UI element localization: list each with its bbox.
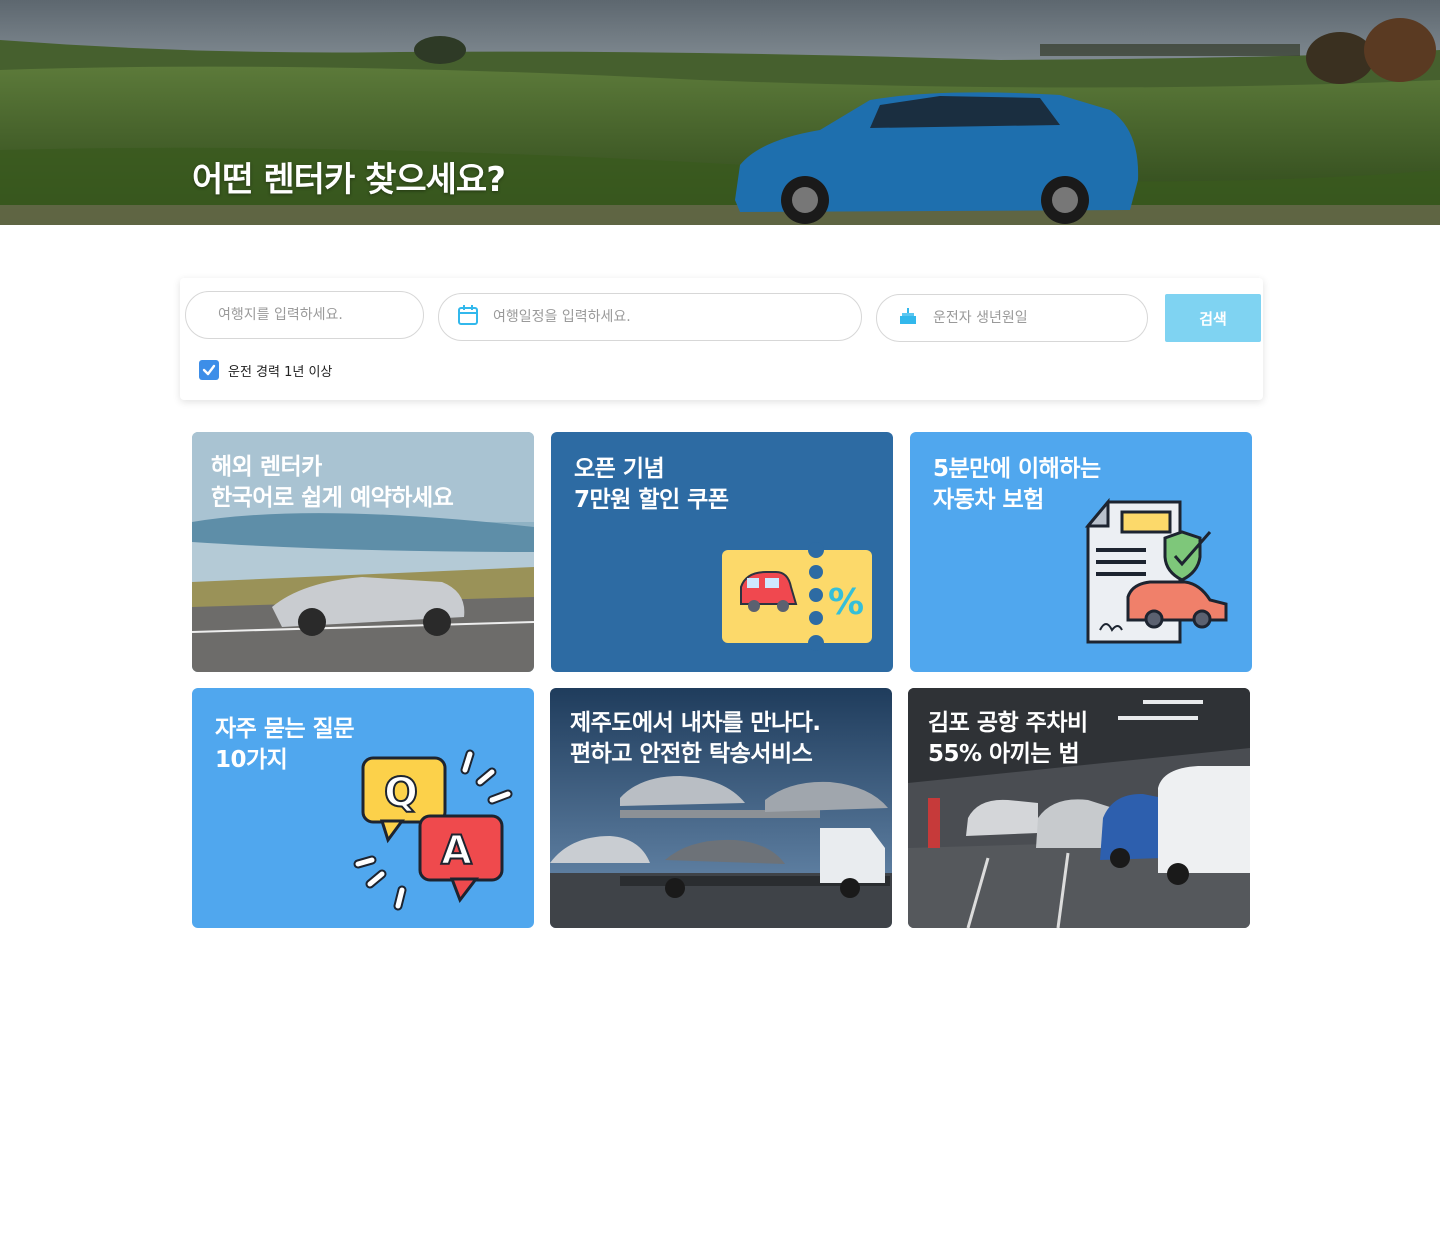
card-overseas-rental[interactable]: 해외 렌터카 한국어로 쉽게 예약하세요 — [192, 432, 534, 672]
svg-text:%: % — [828, 582, 864, 623]
experience-option[interactable]: 운전 경력 1년 이상 — [199, 360, 332, 380]
birthday-cake-icon — [899, 307, 917, 329]
card-title: 5분만에 이해하는 자동차 보험 — [933, 456, 1101, 513]
card-title: 해외 렌터카 한국어로 쉽게 예약하세요 — [211, 454, 454, 511]
card-jeju-delivery[interactable]: 제주도에서 내차를 만나다. 편하고 안전한 탁송서비스 — [550, 688, 892, 928]
calendar-icon — [457, 304, 479, 330]
svg-text:A: A — [441, 828, 472, 874]
card-title: 자주 묻는 질문 10가지 — [215, 716, 354, 773]
driver-birth-field[interactable] — [876, 294, 1148, 342]
travel-date-field[interactable] — [438, 293, 862, 341]
card-title: 제주도에서 내차를 만나다. 편하고 안전한 탁송서비스 — [570, 710, 821, 767]
search-panel: 검색 운전 경력 1년 이상 — [180, 278, 1263, 400]
hero-title: 어떤 렌터카 찾으세요? — [192, 160, 506, 200]
card-faq[interactable]: 자주 묻는 질문 10가지 Q A — [192, 688, 534, 928]
experience-checkbox[interactable] — [199, 360, 219, 380]
driver-birth-input[interactable] — [933, 310, 1147, 326]
travel-date-input[interactable] — [493, 309, 861, 325]
svg-text:Q: Q — [384, 770, 418, 816]
card-open-coupon[interactable]: 오픈 기념 7만원 할인 쿠폰 % — [551, 432, 893, 672]
destination-input[interactable] — [218, 307, 423, 323]
experience-label: 운전 경력 1년 이상 — [228, 364, 333, 380]
card-gimpo-parking[interactable]: 김포 공항 주차비 55% 아끼는 법 — [908, 688, 1250, 928]
destination-field[interactable] — [185, 291, 424, 339]
hero-banner: 어떤 렌터카 찾으세요? — [0, 0, 1440, 225]
card-insurance-guide[interactable]: 5분만에 이해하는 자동차 보험 — [910, 432, 1252, 672]
search-button[interactable]: 검색 — [1165, 294, 1261, 342]
check-icon — [202, 364, 216, 376]
card-title: 오픈 기념 7만원 할인 쿠폰 — [574, 456, 729, 513]
card-title: 김포 공항 주차비 55% 아끼는 법 — [928, 710, 1088, 767]
